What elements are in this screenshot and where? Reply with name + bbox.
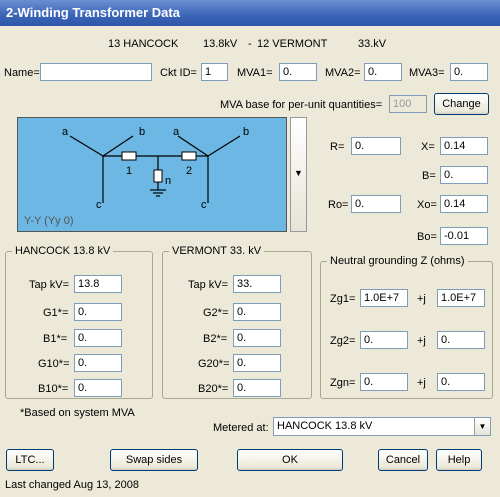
g1-field[interactable]: 0. xyxy=(74,303,122,321)
diagram-label-c1: c xyxy=(96,199,102,211)
hancock-group xyxy=(5,251,153,399)
mva2-label: MVA2= xyxy=(325,67,361,79)
ckt-id-field[interactable]: 1 xyxy=(201,63,228,81)
zg1-label: Zg1= xyxy=(330,293,356,305)
tap2-label: Tap kV= xyxy=(188,279,229,291)
vermont-group-title: VERMONT 33. kV xyxy=(169,244,265,258)
diagram-label-a2: a xyxy=(173,126,180,138)
x-field[interactable]: 0.14 xyxy=(440,137,488,155)
b1-label: B1*= xyxy=(43,333,68,345)
zg2-real-field[interactable]: 0. xyxy=(360,331,408,349)
b-field[interactable]: 0. xyxy=(440,166,488,184)
bo-label: Bo= xyxy=(417,231,437,243)
b-label: B= xyxy=(422,170,436,182)
zgn-imag-field[interactable]: 0. xyxy=(437,373,485,391)
zgn-j-label: +j xyxy=(417,377,426,389)
zgn-label: Zgn= xyxy=(330,377,356,389)
help-button[interactable]: Help xyxy=(436,449,482,471)
zg1-real-field[interactable]: 1.0E+7 xyxy=(360,289,408,307)
b20-field[interactable]: 0. xyxy=(233,379,281,397)
diagram-label-2: 2 xyxy=(186,165,193,177)
hancock-group-title: HANCOCK 13.8 kV xyxy=(12,244,114,258)
b1-field[interactable]: 0. xyxy=(74,329,122,347)
diagram-label-b2: b xyxy=(243,126,250,138)
ok-button[interactable]: OK xyxy=(237,449,343,471)
metered-at-select[interactable]: HANCOCK 13.8 kV ▼ xyxy=(273,417,491,436)
zg2-imag-field[interactable]: 0. xyxy=(437,331,485,349)
tap1-label: Tap kV= xyxy=(29,279,70,291)
tap2-field[interactable]: 33. xyxy=(233,275,281,293)
last-changed-status: Last changed Aug 13, 2008 xyxy=(5,479,139,491)
chevron-down-icon[interactable]: ▼ xyxy=(474,418,490,435)
diagram-label-1: 1 xyxy=(126,165,133,177)
ro-field[interactable]: 0. xyxy=(351,195,401,213)
mva2-field[interactable]: 0. xyxy=(364,63,402,81)
bo-field[interactable]: -0.01 xyxy=(440,227,488,245)
triangle-down-icon: ▼ xyxy=(294,168,303,178)
g2-label: G2*= xyxy=(203,307,229,319)
diagram-label-n: n xyxy=(165,175,172,187)
diagram-label-a1: a xyxy=(62,126,69,138)
g10-label: G10*= xyxy=(38,358,70,370)
footnote: *Based on system MVA xyxy=(20,407,135,419)
b10-field[interactable]: 0. xyxy=(74,379,122,397)
connection-dropdown-button[interactable]: ▼ xyxy=(290,117,307,232)
metered-at-label: Metered at: xyxy=(213,422,269,434)
xo-label: Xo= xyxy=(417,199,437,211)
b20-label: B20*= xyxy=(198,383,229,395)
name-field[interactable] xyxy=(40,63,152,81)
connection-type-label: Y-Y (Yy 0) xyxy=(24,215,74,227)
g10-field[interactable]: 0. xyxy=(74,354,122,372)
name-label: Name= xyxy=(4,67,40,79)
mva1-field[interactable]: 0. xyxy=(279,63,317,81)
mva1-label: MVA1= xyxy=(237,67,273,79)
b2-field[interactable]: 0. xyxy=(233,329,281,347)
xo-field[interactable]: 0.14 xyxy=(440,195,488,213)
neutral-group-title: Neutral grounding Z (ohms) xyxy=(327,254,468,268)
window-title: 2-Winding Transformer Data xyxy=(0,0,500,26)
mva-base-label: MVA base for per-unit quantities= xyxy=(220,99,383,111)
zg2-j-label: +j xyxy=(417,335,426,347)
diagram-label-c2: c xyxy=(201,199,207,211)
diagram-label-b1: b xyxy=(139,126,146,138)
g20-label: G20*= xyxy=(198,358,230,370)
r-field[interactable]: 0. xyxy=(351,137,401,155)
zgn-real-field[interactable]: 0. xyxy=(360,373,408,391)
header-separator: - xyxy=(248,38,252,50)
ro-label: Ro= xyxy=(328,199,349,211)
from-bus-name: 13 HANCOCK xyxy=(108,38,179,50)
mva3-label: MVA3= xyxy=(409,67,445,79)
g20-field[interactable]: 0. xyxy=(233,354,281,372)
b2-label: B2*= xyxy=(203,333,228,345)
connection-diagram[interactable]: a b c a b c 1 2 n Y-Y (Yy 0) xyxy=(17,117,287,232)
zg1-imag-field[interactable]: 1.0E+7 xyxy=(437,289,485,307)
zg1-j-label: +j xyxy=(417,293,426,305)
x-label: X= xyxy=(421,141,435,153)
mva-base-field: 100 xyxy=(389,95,427,113)
ckt-id-label: Ckt ID= xyxy=(160,67,197,79)
to-bus-name: 12 VERMONT xyxy=(257,38,328,50)
ltc-button[interactable]: LTC... xyxy=(6,449,54,471)
to-bus-kv: 33.kV xyxy=(358,38,387,50)
g2-field[interactable]: 0. xyxy=(233,303,281,321)
mva3-field[interactable]: 0. xyxy=(450,63,488,81)
zg2-label: Zg2= xyxy=(330,335,356,347)
cancel-button[interactable]: Cancel xyxy=(378,449,428,471)
g1-label: G1*= xyxy=(43,307,69,319)
swap-sides-button[interactable]: Swap sides xyxy=(110,449,198,471)
b10-label: B10*= xyxy=(38,383,69,395)
change-button[interactable]: Change xyxy=(434,93,489,115)
metered-at-value: HANCOCK 13.8 kV xyxy=(277,420,373,432)
from-bus-kv: 13.8kV xyxy=(203,38,238,50)
vermont-group xyxy=(162,251,312,399)
r-label: R= xyxy=(330,141,345,153)
tap1-field[interactable]: 13.8 xyxy=(74,275,122,293)
